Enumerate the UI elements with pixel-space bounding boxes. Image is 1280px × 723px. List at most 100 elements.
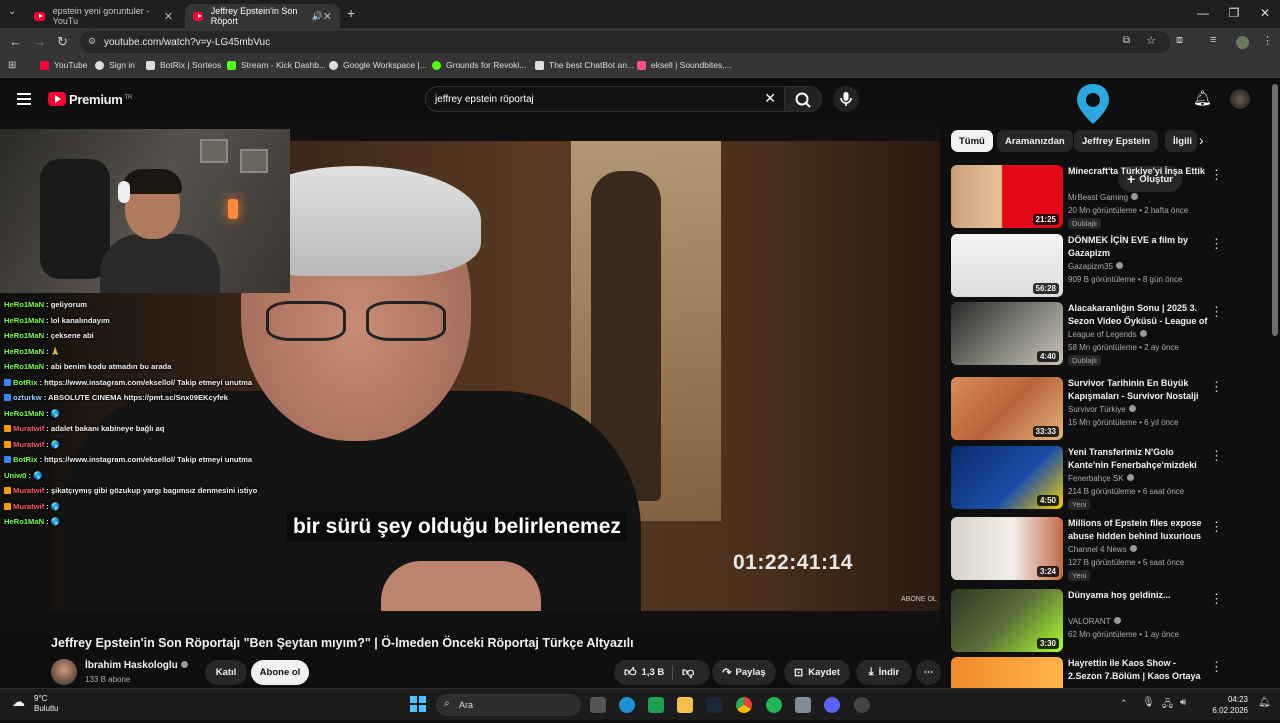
download-button[interactable]: ⤓ İndir (856, 660, 912, 685)
chrome-icon[interactable] (736, 697, 752, 713)
volume-icon[interactable]: 🔊︎ (1180, 697, 1186, 708)
profile-avatar[interactable] (1236, 36, 1249, 49)
subscribe-button[interactable]: Abone ol (251, 660, 309, 685)
save-button[interactable]: ⊡ Kaydet (784, 660, 850, 685)
recommended-channel[interactable]: League of Legends (1068, 328, 1147, 341)
discord-icon[interactable] (824, 697, 840, 713)
recommended-title[interactable]: DÖNMEK İÇİN EVE a film by Gazapizm (1068, 234, 1208, 260)
extensions-icon[interactable]: ⧈ (1176, 34, 1183, 47)
new-tab-icon[interactable]: + (347, 5, 355, 21)
chip-all[interactable]: Tümü (951, 130, 993, 152)
youtube-logo-icon[interactable] (48, 92, 66, 106)
close-tab-icon[interactable]: ✕ (164, 10, 173, 23)
clear-search-icon[interactable]: ✕ (764, 90, 776, 107)
more-vertical-icon[interactable]: ⋮ (1210, 659, 1223, 675)
bookmark-item[interactable]: Sign in (95, 60, 135, 70)
more-vertical-icon[interactable]: ⋮ (1210, 591, 1223, 607)
bookmark-item[interactable]: YouTube (40, 60, 87, 70)
task-view-icon[interactable] (590, 697, 606, 713)
recommended-channel[interactable]: Channel 4 News (1068, 543, 1137, 556)
mic-tray-icon[interactable]: 🎙︎ (1142, 697, 1155, 708)
app-icon[interactable] (795, 697, 811, 713)
recommended-channel[interactable]: MrBeast Gaming (1068, 191, 1139, 204)
bookmark-item[interactable]: eksell | Soundbites,... (637, 60, 732, 70)
page-scrollbar[interactable] (1272, 84, 1278, 336)
url-field[interactable]: ⚙ youtube.com/watch?v=y-LG45mbVuc ⧉ ☆ (80, 31, 1170, 53)
channel-name[interactable]: İbrahim Haskologlu (85, 660, 188, 671)
media-control-icon[interactable]: ≡ (1210, 34, 1216, 46)
minimize-icon[interactable]: — (1188, 6, 1218, 20)
recommended-channel[interactable]: Gazapizm35 (1068, 260, 1123, 273)
site-info-icon[interactable]: ⚙ (88, 36, 96, 47)
join-button[interactable]: Katıl (205, 660, 247, 685)
edge-icon[interactable] (619, 697, 635, 713)
channel-avatar[interactable] (51, 659, 77, 685)
recommended-video[interactable]: 3:30 Dünyama hoş geldiniz... VALORANT 62 Mn… (951, 589, 1271, 655)
video-thumbnail[interactable]: 33:33 (951, 377, 1063, 440)
recommended-channel[interactable]: Survivor Türkiye (1068, 403, 1136, 416)
excel-icon[interactable] (648, 697, 664, 713)
video-thumbnail[interactable]: 4:50 (951, 446, 1063, 509)
recommended-video[interactable]: 33:33 Survivor Tarihinin En Büyük Kapışma… (951, 377, 1271, 443)
back-icon[interactable]: ← (9, 34, 22, 49)
recommended-title[interactable]: Minecraft'ta Türkiye'yi İnşa Ettik (1068, 165, 1208, 178)
forward-icon[interactable]: → (33, 34, 46, 49)
voice-search-button[interactable] (833, 86, 859, 112)
more-actions-button[interactable]: ⋯ (916, 660, 941, 685)
network-icon[interactable]: 🖧 (1162, 697, 1173, 714)
chip-related[interactable]: İlgili (1165, 130, 1197, 152)
more-vertical-icon[interactable]: ⋮ (1210, 448, 1223, 464)
install-app-icon[interactable]: ⧉ (1123, 35, 1130, 46)
more-vertical-icon[interactable]: ⋮ (1210, 167, 1223, 183)
like-icon[interactable]: 👍︎ (624, 665, 637, 680)
recommended-video[interactable]: 4:40 Alacakaranlığın Sonu | 2025 3. Sezon… (951, 302, 1271, 368)
notifications-bell-icon[interactable]: 🔔︎ (1193, 89, 1212, 107)
like-count[interactable]: 1,3 B (642, 667, 665, 678)
more-vertical-icon[interactable]: ⋮ (1210, 236, 1223, 252)
recommended-video[interactable]: 4:50 Yeni Transferimiz N'Golo Kante'nin F… (951, 446, 1271, 512)
bookmark-item[interactable]: Stream - Kick Dashb... (227, 60, 326, 70)
youtube-brand[interactable]: Premium TR (69, 92, 132, 107)
reload-icon[interactable]: ↻ (57, 34, 68, 50)
chip-jeffrey-epstein[interactable]: Jeffrey Epstein (1074, 130, 1159, 152)
recommended-video[interactable]: 21:25 Minecraft'ta Türkiye'yi İnşa Ettik M… (951, 165, 1271, 231)
video-thumbnail[interactable]: 4:40 (951, 302, 1063, 365)
bookmark-star-icon[interactable]: ☆ (1146, 34, 1156, 47)
more-vertical-icon[interactable]: ⋮ (1210, 519, 1223, 535)
tab-current-video[interactable]: Jeffrey Epstein'in Son Röport 🔊 ✕ (185, 4, 340, 28)
tab-search-results[interactable]: epstein yeni goruntuler - YouTu ✕ (26, 4, 181, 28)
video-thumbnail[interactable]: 3:24 (951, 517, 1063, 580)
video-thumbnail[interactable]: 21:25 (951, 165, 1063, 228)
search-input[interactable]: jeffrey epstein röportaj ✕ (425, 86, 785, 112)
dislike-icon[interactable]: 👎︎ (682, 665, 694, 680)
recommended-video[interactable]: 56:28 DÖNMEK İÇİN EVE a film by Gazapizm G… (951, 234, 1271, 300)
bookmark-item[interactable]: BotRix | Sorteos (146, 60, 221, 70)
recommended-title[interactable]: Survivor Tarihinin En Büyük Kapışmaları … (1068, 377, 1208, 403)
bookmark-item[interactable]: Google Workspace |... (329, 60, 427, 70)
share-button[interactable]: ↷ Paylaş (712, 660, 776, 685)
tab-search-icon[interactable]: ⌄ (8, 6, 16, 17)
file-explorer-icon[interactable] (677, 697, 693, 713)
account-avatar[interactable] (1230, 89, 1250, 109)
recommended-title[interactable]: Millions of Epstein files expose abuse h… (1068, 517, 1208, 543)
obs-icon[interactable] (854, 697, 870, 713)
recommended-video[interactable]: 3:24 Millions of Epstein files expose abu… (951, 517, 1271, 583)
more-vertical-icon[interactable]: ⋮ (1210, 304, 1223, 320)
bookmark-item[interactable]: Grounds for Revoki... (432, 60, 526, 70)
weather-icon[interactable]: ☁ (12, 694, 25, 710)
maximize-icon[interactable]: ❐ (1219, 6, 1249, 20)
chip-from-search[interactable]: Aramanızdan (997, 130, 1073, 152)
tray-expand-icon[interactable]: ⌃ (1120, 698, 1128, 709)
recommended-title[interactable]: Alacakaranlığın Sonu | 2025 3. Sezon Vid… (1068, 302, 1208, 328)
video-thumbnail[interactable]: 56:28 (951, 234, 1063, 297)
recommended-title[interactable]: Dünyama hoş geldiniz... (1068, 589, 1208, 602)
apps-grid-icon[interactable]: ⊞ (8, 60, 16, 71)
taskbar-search[interactable]: ⌕ Ara (436, 694, 581, 716)
video-thumbnail[interactable]: 3:30 (951, 589, 1063, 652)
search-button[interactable] (784, 86, 822, 112)
notification-center-icon[interactable]: 🔔︎ (1258, 697, 1271, 708)
chevron-right-icon[interactable]: › (1199, 132, 1204, 148)
spotify-icon[interactable] (766, 697, 782, 713)
windows-start-icon[interactable] (410, 696, 426, 712)
weather-widget[interactable]: 9°C Bulutlu (34, 694, 58, 714)
